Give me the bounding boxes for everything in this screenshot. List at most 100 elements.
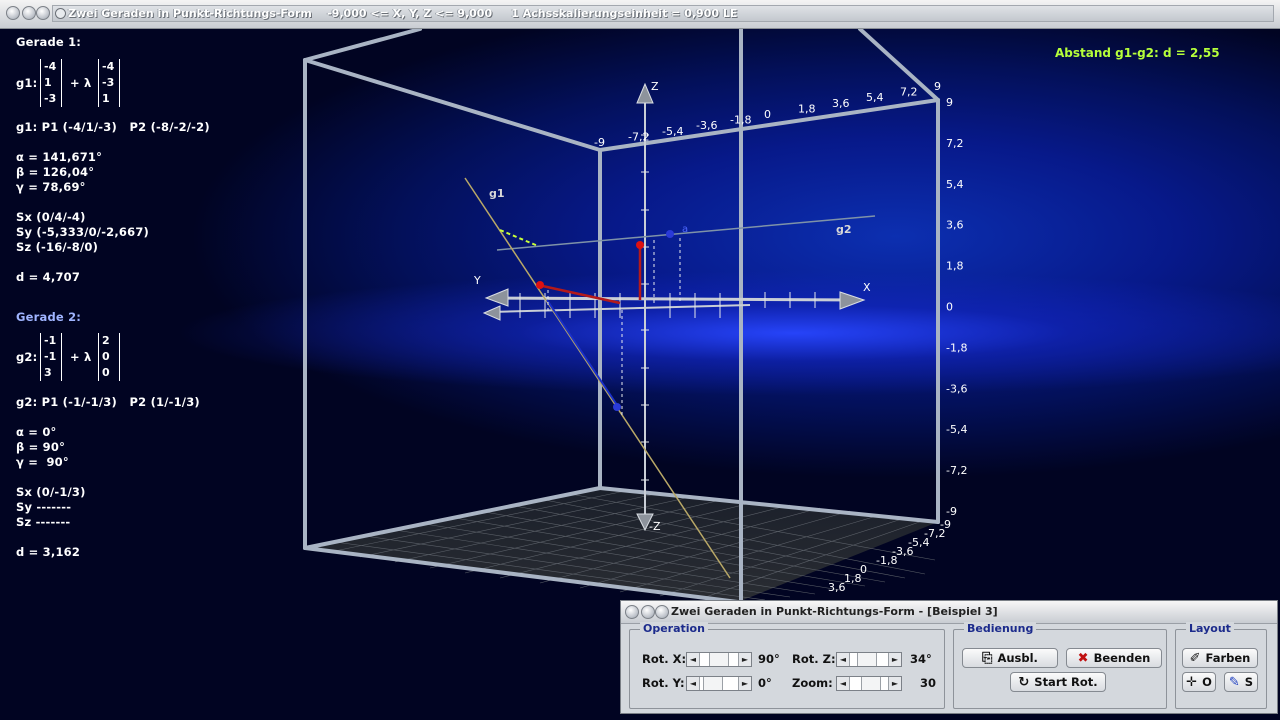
- distance-segment: [499, 229, 539, 247]
- zoom-value: 30: [920, 676, 937, 690]
- farben-button[interactable]: ✐ Farben: [1182, 648, 1258, 668]
- farben-label: Farben: [1205, 651, 1251, 665]
- rot-x-value: 90°: [758, 652, 780, 666]
- g1-sy: Sy (-5,333/0/-2,667): [16, 225, 149, 239]
- right-tick-label-5: 0: [946, 301, 953, 314]
- top-tick-label-6: 1,8: [798, 102, 816, 115]
- point-red-2: [636, 241, 644, 249]
- top-tick-label-2: -5,4: [662, 125, 683, 138]
- control-dialog[interactable]: Zwei Geraden in Punkt-Richtungs-Form - […: [620, 600, 1278, 714]
- layout-group: Layout ✐ Farben ✛ O ✎ S: [1175, 622, 1267, 709]
- bedienung-group: Bedienung ⎘ Ausbl. ✖ Beenden ↻ Start Rot…: [953, 622, 1167, 709]
- brush-icon: ✎: [1228, 674, 1240, 690]
- g1-distance: d = 4,707: [16, 270, 81, 284]
- g2-dir-x: 2: [102, 334, 110, 347]
- g1-point-vector: -4 1 -3: [40, 59, 62, 107]
- window-close-button[interactable]: [6, 6, 20, 20]
- operation-group: Operation Rot. X: ◄ ► 90° Rot. Y: ◄ ► 0°…: [629, 622, 945, 709]
- bottom-tick-label-7: 3,6: [828, 581, 846, 594]
- g1-point-y: 1: [44, 76, 52, 89]
- rot-y-left-arrow[interactable]: ◄: [687, 677, 700, 690]
- dialog-title: Zwei Geraden in Punkt-Richtungs-Form - […: [671, 605, 998, 618]
- g2-sz: Sz -------: [16, 515, 71, 529]
- top-tick-label-5: 0: [764, 108, 771, 121]
- zoom-thumb[interactable]: [861, 677, 881, 690]
- bedienung-label: Bedienung: [964, 622, 1037, 635]
- rot-z-thumb[interactable]: [857, 653, 877, 666]
- rot-x-right-arrow[interactable]: ►: [738, 653, 751, 666]
- g1-point-x: -4: [44, 60, 57, 73]
- right-tick-label-3: 3,6: [946, 219, 964, 232]
- g2-label: g2:: [16, 350, 38, 364]
- axis-label-neg-z: -Z: [649, 520, 661, 533]
- top-tick-label-0: -9: [594, 136, 605, 149]
- g2-point-z: 3: [44, 366, 52, 379]
- rot-z-label: Rot. Z:: [792, 652, 836, 666]
- app-icon: [55, 8, 66, 19]
- rot-z-slider[interactable]: ◄ ►: [836, 652, 902, 667]
- rot-x-label: Rot. X:: [642, 652, 687, 666]
- distance-readout: Abstand g1-g2: d = 2,55: [1055, 46, 1220, 60]
- g2-direction-vector: 2 0 0: [98, 333, 120, 381]
- rot-y-slider[interactable]: ◄ ►: [686, 676, 752, 691]
- start-rot-button[interactable]: ↻ Start Rot.: [1010, 672, 1106, 692]
- top-tick-label-10: 9: [934, 80, 941, 93]
- right-tick-label-2: 5,4: [946, 178, 964, 191]
- dialog-title-bar[interactable]: Zwei Geraden in Punkt-Richtungs-Form - […: [621, 601, 1277, 624]
- paint-icon: ✐: [1189, 650, 1201, 666]
- g2-heading: Gerade 2:: [16, 310, 82, 324]
- g2-dir-z: 0: [102, 366, 110, 379]
- rot-z-value: 34°: [910, 652, 932, 666]
- dialog-maximize-button[interactable]: [655, 605, 669, 619]
- o-button[interactable]: ✛ O: [1182, 672, 1216, 692]
- g2-plus-lambda: + λ: [70, 350, 92, 364]
- g1-points: g1: P1 (-4/1/-3) P2 (-8/-2/-2): [16, 120, 210, 134]
- dialog-minimize-button[interactable]: [641, 605, 655, 619]
- hide-icon: ⎘: [982, 650, 993, 666]
- beenden-button[interactable]: ✖ Beenden: [1066, 648, 1162, 668]
- rot-z-right-arrow[interactable]: ►: [888, 653, 901, 666]
- right-tick-label-4: 1,8: [946, 260, 964, 273]
- g2-point-x: -1: [44, 334, 57, 347]
- g1-point-z: -3: [44, 92, 57, 105]
- right-tick-label-1: 7,2: [946, 137, 964, 150]
- point-blue-2: [666, 230, 674, 238]
- g2-alpha: α = 0°: [16, 425, 57, 439]
- g2-point-y: -1: [44, 350, 57, 363]
- blue-projection: [546, 299, 618, 406]
- o-label: O: [1202, 675, 1212, 689]
- rot-y-label: Rot. Y:: [642, 676, 685, 690]
- rot-z-left-arrow[interactable]: ◄: [837, 653, 850, 666]
- right-tick-label-8: -5,4: [946, 423, 967, 436]
- operation-label: Operation: [640, 622, 708, 635]
- g2-sy: Sy -------: [16, 500, 72, 514]
- right-tick-label-10: -9: [946, 505, 957, 518]
- label-g2: g2: [836, 223, 852, 236]
- g1-alpha: α = 141,671°: [16, 150, 103, 164]
- rot-x-slider[interactable]: ◄ ►: [686, 652, 752, 667]
- zoom-right-arrow[interactable]: ►: [888, 677, 901, 690]
- close-icon: ✖: [1077, 650, 1089, 666]
- window-minimize-button[interactable]: [22, 6, 36, 20]
- g1-direction-vector: -4 -3 1: [98, 59, 120, 107]
- window-maximize-button[interactable]: [36, 6, 50, 20]
- dialog-close-button[interactable]: [625, 605, 639, 619]
- g2-beta: β = 90°: [16, 440, 66, 454]
- bottom-tick-label-4: -1,8: [876, 554, 897, 567]
- rot-x-left-arrow[interactable]: ◄: [687, 653, 700, 666]
- rot-y-value: 0°: [758, 676, 772, 690]
- ausbl-label: Ausbl.: [997, 651, 1038, 665]
- s-button[interactable]: ✎ S: [1224, 672, 1258, 692]
- zoom-slider[interactable]: ◄ ►: [836, 676, 902, 691]
- main-title-bar[interactable]: Zwei Geraden in Punkt-Richtungs-Form -9,…: [0, 0, 1280, 29]
- point-red-1: [536, 281, 544, 289]
- g2-distance: d = 3,162: [16, 545, 81, 559]
- rot-y-right-arrow[interactable]: ►: [738, 677, 751, 690]
- rot-y-thumb[interactable]: [703, 677, 723, 690]
- g2-sx: Sx (0/-1/3): [16, 485, 86, 499]
- g2-gamma: γ = 90°: [16, 455, 69, 469]
- crosshair-icon: ✛: [1186, 674, 1198, 690]
- zoom-left-arrow[interactable]: ◄: [837, 677, 850, 690]
- ausbl-button[interactable]: ⎘ Ausbl.: [962, 648, 1058, 668]
- rot-x-thumb[interactable]: [709, 653, 729, 666]
